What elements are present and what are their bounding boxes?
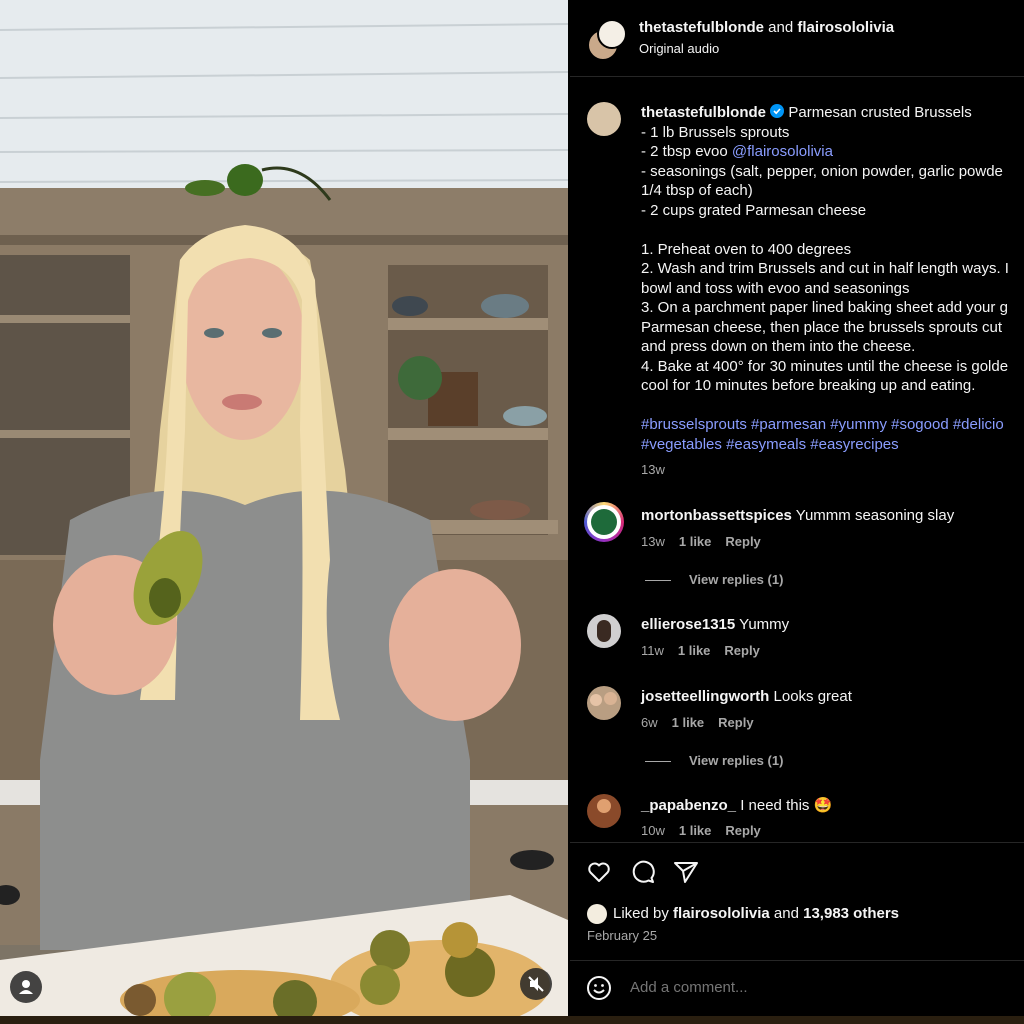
- caption-line: - seasonings (salt, pepper, onion powder…: [641, 162, 1003, 180]
- video-frame: [0, 0, 568, 1016]
- comment-username[interactable]: mortonbassettspices: [641, 507, 792, 524]
- caption-username[interactable]: thetastefulblonde: [641, 104, 766, 121]
- caption-line: [641, 396, 1024, 416]
- tagged-users-button[interactable]: [10, 971, 42, 1003]
- comment-text: I need this 🤩: [736, 797, 833, 814]
- mute-icon: [528, 976, 544, 992]
- comment-likes[interactable]: 1 like: [679, 823, 712, 838]
- comment-text: Yummm seasoning slay: [791, 507, 955, 524]
- collaborator-avatar[interactable]: [597, 19, 627, 49]
- original-audio-link[interactable]: Original audio: [639, 41, 719, 56]
- comment-bubble-icon: [632, 860, 655, 883]
- liked-others[interactable]: 13,983 others: [803, 905, 899, 922]
- caption-line: and press down on them into the cheese.: [641, 338, 916, 355]
- hashtags[interactable]: #vegetables #easymeals #easyrecipes: [641, 435, 1024, 455]
- post-authors: thetastefulblonde and flairosololivia: [639, 19, 894, 36]
- comment-text: Yummy: [735, 616, 790, 633]
- comment-username[interactable]: _papabenzo_: [641, 797, 736, 814]
- comment-likes[interactable]: 1 like: [679, 534, 712, 549]
- view-replies-button[interactable]: View replies (1): [645, 753, 783, 768]
- comment-avatar[interactable]: [587, 614, 621, 648]
- caption-line: [641, 220, 1024, 240]
- comment-age[interactable]: 10w: [641, 823, 665, 838]
- liked-user[interactable]: flairosololivia: [673, 905, 770, 922]
- mention-link[interactable]: @flairosololivia: [732, 143, 833, 160]
- liked-prefix: Liked by: [613, 905, 674, 922]
- likes-summary[interactable]: Liked by flairosololivia and 13,983 othe…: [613, 905, 899, 922]
- heart-icon: [588, 862, 610, 882]
- emoji-button[interactable]: [586, 975, 612, 1001]
- post-panel: thetastefulblonde and flairosololivia Or…: [570, 0, 1024, 1016]
- like-button[interactable]: [586, 859, 612, 885]
- comment-age[interactable]: 13w: [641, 534, 665, 549]
- comment-likes[interactable]: 1 like: [672, 715, 705, 730]
- comment-username[interactable]: ellierose1315: [641, 616, 735, 633]
- smiley-icon: [587, 976, 611, 1000]
- caption-line: Parmesan cheese, then place the brussels…: [641, 318, 1003, 336]
- reel-video[interactable]: [0, 0, 568, 1016]
- comment-age[interactable]: 6w: [641, 715, 658, 730]
- author-username[interactable]: thetastefulblonde: [639, 19, 764, 36]
- caption-line: cool for 10 minutes before breaking up a…: [641, 377, 976, 394]
- verified-badge-icon: [770, 104, 785, 118]
- add-comment-row: [570, 960, 1024, 1016]
- reply-button[interactable]: Reply: [718, 715, 753, 730]
- caption-line: 4. Bake at 400° for 30 minutes until the…: [641, 357, 1009, 375]
- reply-button[interactable]: Reply: [724, 643, 759, 658]
- paper-plane-icon: [674, 862, 698, 883]
- post-caption: thetastefulblonde Parmesan crusted Bruss…: [641, 103, 1024, 480]
- post-date[interactable]: February 25: [587, 928, 657, 943]
- caption-age[interactable]: 13w: [641, 460, 1024, 480]
- liked-mid: and: [769, 905, 804, 922]
- caption-line: - 1 lb Brussels sprouts: [641, 123, 790, 141]
- caption-line: 1. Preheat oven to 400 degrees: [641, 240, 852, 258]
- comment-text: Looks great: [769, 688, 852, 705]
- comment-avatar[interactable]: [587, 794, 621, 828]
- mute-button[interactable]: [520, 968, 552, 1000]
- caption-line: - 2 cups grated Parmesan cheese: [641, 201, 867, 219]
- caption-line-text: - 2 tbsp evoo: [641, 143, 732, 160]
- comment-username[interactable]: josetteellingworth: [641, 688, 769, 705]
- user-tag-icon: [19, 980, 33, 994]
- hashtags[interactable]: #brusselsprouts #parmesan #yummy #sogood…: [641, 415, 1024, 435]
- comment-likes[interactable]: 1 like: [678, 643, 711, 658]
- add-comment-input[interactable]: [630, 979, 1010, 996]
- authors-joiner: and: [764, 19, 798, 36]
- reply-button[interactable]: Reply: [725, 823, 760, 838]
- caption-line: 1/4 tbsp of each): [641, 182, 753, 199]
- caption-line: - 2 tbsp evoo @flairosololivia: [641, 142, 1024, 162]
- caption-line: bowl and toss with evoo and seasonings: [641, 279, 910, 297]
- caption-line: 3. On a parchment paper lined baking she…: [641, 299, 1008, 316]
- view-replies-button[interactable]: View replies (1): [645, 572, 783, 587]
- caption-avatar[interactable]: [587, 102, 621, 136]
- comment-avatar[interactable]: [584, 502, 624, 542]
- collaborator-username[interactable]: flairosololivia: [797, 19, 894, 36]
- share-button[interactable]: [673, 859, 699, 885]
- post-header: thetastefulblonde and flairosololivia Or…: [570, 0, 1024, 77]
- post-actions: Liked by flairosololivia and 13,983 othe…: [570, 842, 1024, 961]
- caption-title: Parmesan crusted Brussels: [784, 104, 972, 121]
- bottom-edge: [0, 1016, 1024, 1024]
- comment-avatar[interactable]: [587, 686, 621, 720]
- caption-line: 2. Wash and trim Brussels and cut in hal…: [641, 260, 1009, 277]
- comment-age[interactable]: 11w: [641, 643, 664, 658]
- reply-button[interactable]: Reply: [725, 534, 760, 549]
- comment-button[interactable]: [630, 859, 656, 885]
- liker-avatar[interactable]: [587, 904, 607, 924]
